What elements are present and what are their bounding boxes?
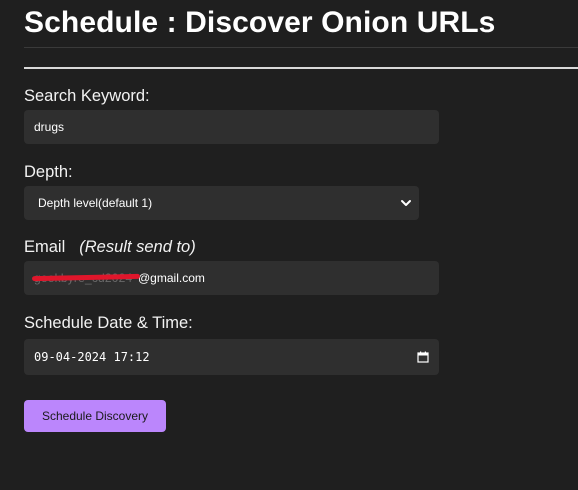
schedule-discovery-button[interactable]: Schedule Discovery (24, 400, 166, 432)
schedule-datetime-value: 09-04-2024 17:12 (34, 350, 150, 364)
chevron-down-icon (399, 196, 413, 210)
schedule-page: Schedule : Discover Onion URLs Search Ke… (0, 0, 578, 490)
keyword-label: Search Keyword: (24, 87, 150, 105)
page-title: Schedule : Discover Onion URLs (24, 6, 496, 39)
email-redaction: geekbyre_cd2024 (31, 271, 141, 285)
email-input[interactable]: geekbyre_cd2024 @gmail.com (24, 261, 439, 295)
title-underline (24, 47, 578, 48)
calendar-icon[interactable] (417, 351, 429, 363)
email-visible-suffix: @gmail.com (138, 271, 205, 285)
depth-label: Depth: (24, 163, 73, 181)
depth-select[interactable]: Depth level(default 1) (24, 186, 419, 220)
email-label: Email (Result send to) (24, 238, 196, 257)
email-hint: (Result send to) (79, 238, 196, 256)
keyword-input[interactable]: drugs (24, 110, 439, 144)
email-label-text: Email (24, 238, 66, 256)
schedule-date: 09-04-2024 (34, 350, 107, 364)
depth-selected-value: Depth level(default 1) (38, 196, 153, 210)
schedule-datetime-input[interactable]: 09-04-2024 17:12 (24, 339, 439, 375)
keyword-value: drugs (34, 120, 65, 134)
schedule-label: Schedule Date & Time: (24, 314, 193, 332)
schedule-time: 17:12 (113, 350, 150, 364)
section-divider (24, 67, 578, 69)
